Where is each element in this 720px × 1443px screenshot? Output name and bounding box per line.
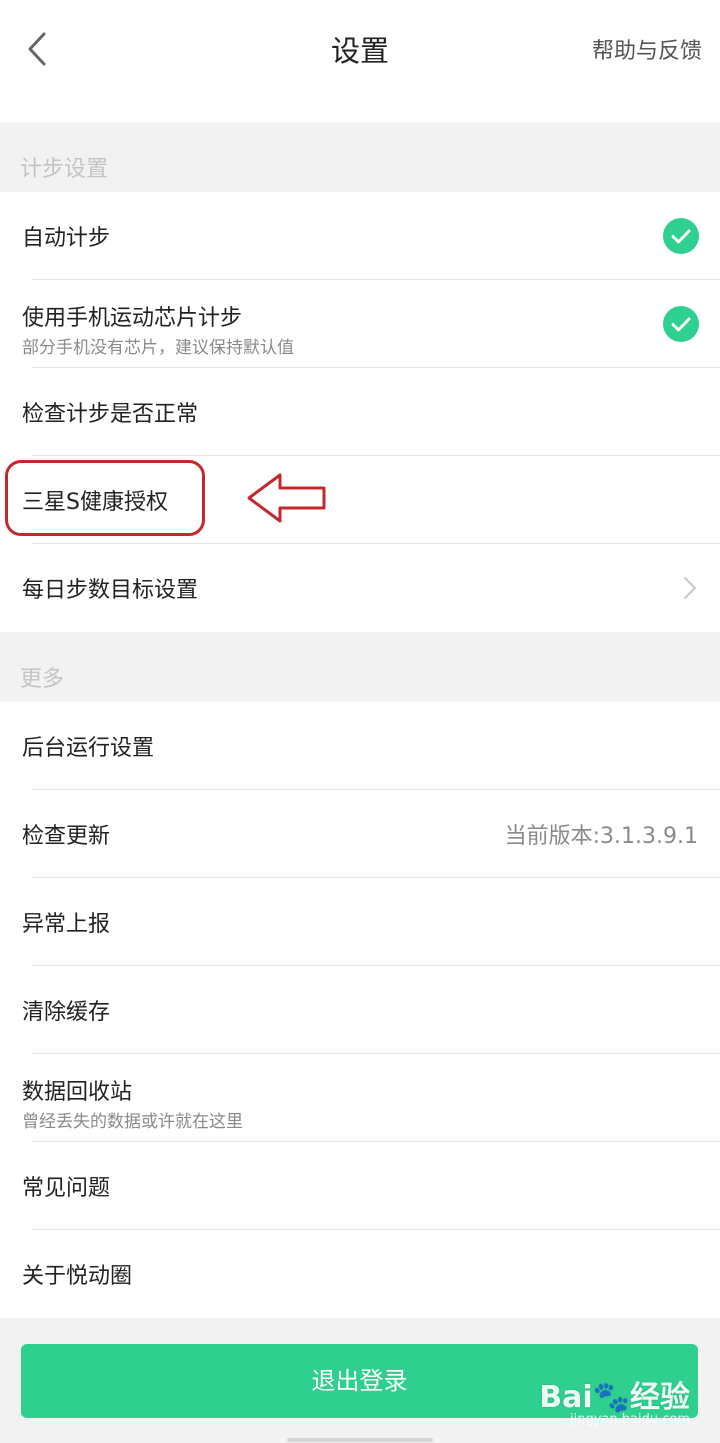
- recycle-bin-label: 数据回收站: [22, 1080, 133, 1105]
- background-run-label: 后台运行设置: [22, 736, 155, 761]
- chip-step-row[interactable]: 使用手机运动芯片计步 部分手机没有芯片，建议保持默认值: [0, 280, 720, 368]
- auto-step-check-icon[interactable]: [663, 218, 699, 254]
- section-label-step-settings: 计步设置: [20, 157, 109, 182]
- background-run-row[interactable]: 后台运行设置: [0, 702, 720, 790]
- step-settings-group: 自动计步 使用手机运动芯片计步 部分手机没有芯片，建议保持默认值 检查计步是否正…: [0, 192, 720, 632]
- check-step-row[interactable]: 检查计步是否正常: [0, 368, 720, 456]
- check-update-row[interactable]: 检查更新 当前版本:3.1.3.9.1: [0, 790, 720, 878]
- auto-step-row[interactable]: 自动计步: [0, 192, 720, 280]
- current-version-value: 当前版本:3.1.3.9.1: [504, 824, 698, 849]
- about-label: 关于悦动圈: [22, 1264, 133, 1289]
- annotation-arrow-icon: [247, 473, 326, 523]
- auto-step-label: 自动计步: [22, 226, 111, 251]
- clear-cache-row[interactable]: 清除缓存: [0, 966, 720, 1054]
- report-error-label: 异常上报: [22, 912, 111, 937]
- chip-step-label: 使用手机运动芯片计步: [22, 306, 243, 331]
- daily-goal-row[interactable]: 每日步数目标设置: [0, 544, 720, 632]
- chevron-right-icon: [684, 577, 696, 599]
- annotation-highlight-box: [5, 460, 205, 536]
- faq-row[interactable]: 常见问题: [0, 1142, 720, 1230]
- check-update-label: 检查更新: [22, 824, 111, 849]
- faq-label: 常见问题: [22, 1176, 111, 1201]
- report-error-row[interactable]: 异常上报: [0, 878, 720, 966]
- baidu-jingyan-watermark: Bai🐾经验 jingyan.baidu.com: [539, 1372, 690, 1427]
- chip-step-description: 部分手机没有芯片，建议保持默认值: [22, 338, 294, 358]
- check-step-label: 检查计步是否正常: [22, 402, 199, 427]
- top-bar: 设置 帮助与反馈: [0, 0, 720, 122]
- daily-goal-label: 每日步数目标设置: [22, 578, 199, 603]
- help-feedback-link[interactable]: 帮助与反馈: [592, 33, 702, 65]
- about-row[interactable]: 关于悦动圈: [0, 1230, 720, 1318]
- recycle-bin-description: 曾经丢失的数据或许就在这里: [22, 1112, 243, 1132]
- clear-cache-label: 清除缓存: [22, 1000, 111, 1025]
- watermark-logo-text: Bai🐾经验: [539, 1380, 690, 1415]
- section-label-more: 更多: [20, 667, 65, 692]
- home-indicator: [287, 1438, 433, 1442]
- chip-step-check-icon[interactable]: [663, 306, 699, 342]
- recycle-bin-row[interactable]: 数据回收站 曾经丢失的数据或许就在这里: [0, 1054, 720, 1142]
- more-group: 后台运行设置 检查更新 当前版本:3.1.3.9.1 异常上报 清除缓存 数据回…: [0, 702, 720, 1318]
